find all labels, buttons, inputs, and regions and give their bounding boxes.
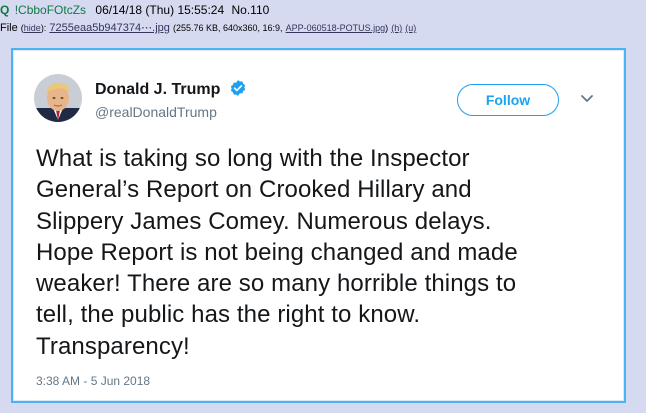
tweet-text-line: What is taking so long with the Inspecto… bbox=[36, 145, 470, 172]
tweet-text-line: Transparency! bbox=[36, 332, 190, 360]
h-link[interactable]: (h) bbox=[391, 23, 402, 33]
file-info-line: File (hide): 7255eaa5b947374⋯.jpg (255.7… bbox=[0, 22, 417, 34]
tweet-text-line: Slippery James Comey. Numerous delays. bbox=[36, 207, 492, 235]
file-prefix: File bbox=[0, 22, 18, 34]
file-details: (255.76 KB, 640x360, 16:9, bbox=[172, 23, 283, 33]
tweet-text-line: General’s Report on Crooked Hillary and bbox=[36, 176, 472, 204]
q-mark: Q bbox=[0, 3, 10, 17]
u-link[interactable]: (u) bbox=[405, 23, 416, 33]
handle[interactable]: @realDonaldTrump bbox=[95, 104, 217, 120]
tweet-image[interactable]: Donald J. Trump @realDonaldTrump Follow … bbox=[11, 48, 626, 403]
tweet-text-line: tell, the public has the right to know. bbox=[36, 301, 421, 329]
tweet-text-line: weaker! There are so many horrible thing… bbox=[36, 270, 517, 298]
tweet-timestamp[interactable]: 3:38 AM - 5 Jun 2018 bbox=[36, 374, 150, 388]
post-number[interactable]: No.110 bbox=[232, 3, 270, 17]
original-filename-link[interactable]: APP-060518-POTUS.jpg bbox=[286, 23, 386, 33]
post-date: 06/14/18 (Thu) 15:55:24 bbox=[95, 3, 225, 17]
chevron-down-icon[interactable] bbox=[580, 94, 594, 104]
file-name-link[interactable]: 7255eaa5b947374⋯.jpg bbox=[49, 22, 170, 34]
follow-button[interactable]: Follow bbox=[457, 84, 559, 116]
display-name[interactable]: Donald J. Trump bbox=[95, 79, 247, 99]
tripcode: !CbboFOtcZs bbox=[14, 3, 87, 17]
hide-link[interactable]: hide bbox=[24, 23, 41, 33]
verified-badge-icon bbox=[230, 80, 245, 96]
display-name-text: Donald J. Trump bbox=[95, 81, 221, 98]
post-header: Q !CbboFOtcZs 06/14/18 (Thu) 15:55:24 No… bbox=[0, 2, 269, 18]
tweet-card: Donald J. Trump @realDonaldTrump Follow … bbox=[13, 50, 624, 401]
tweet-text-line: Hope Report is not being changed and mad… bbox=[36, 238, 518, 266]
tweet-text: What is taking so long with the Inspecto… bbox=[36, 143, 606, 362]
avatar[interactable] bbox=[34, 74, 82, 122]
